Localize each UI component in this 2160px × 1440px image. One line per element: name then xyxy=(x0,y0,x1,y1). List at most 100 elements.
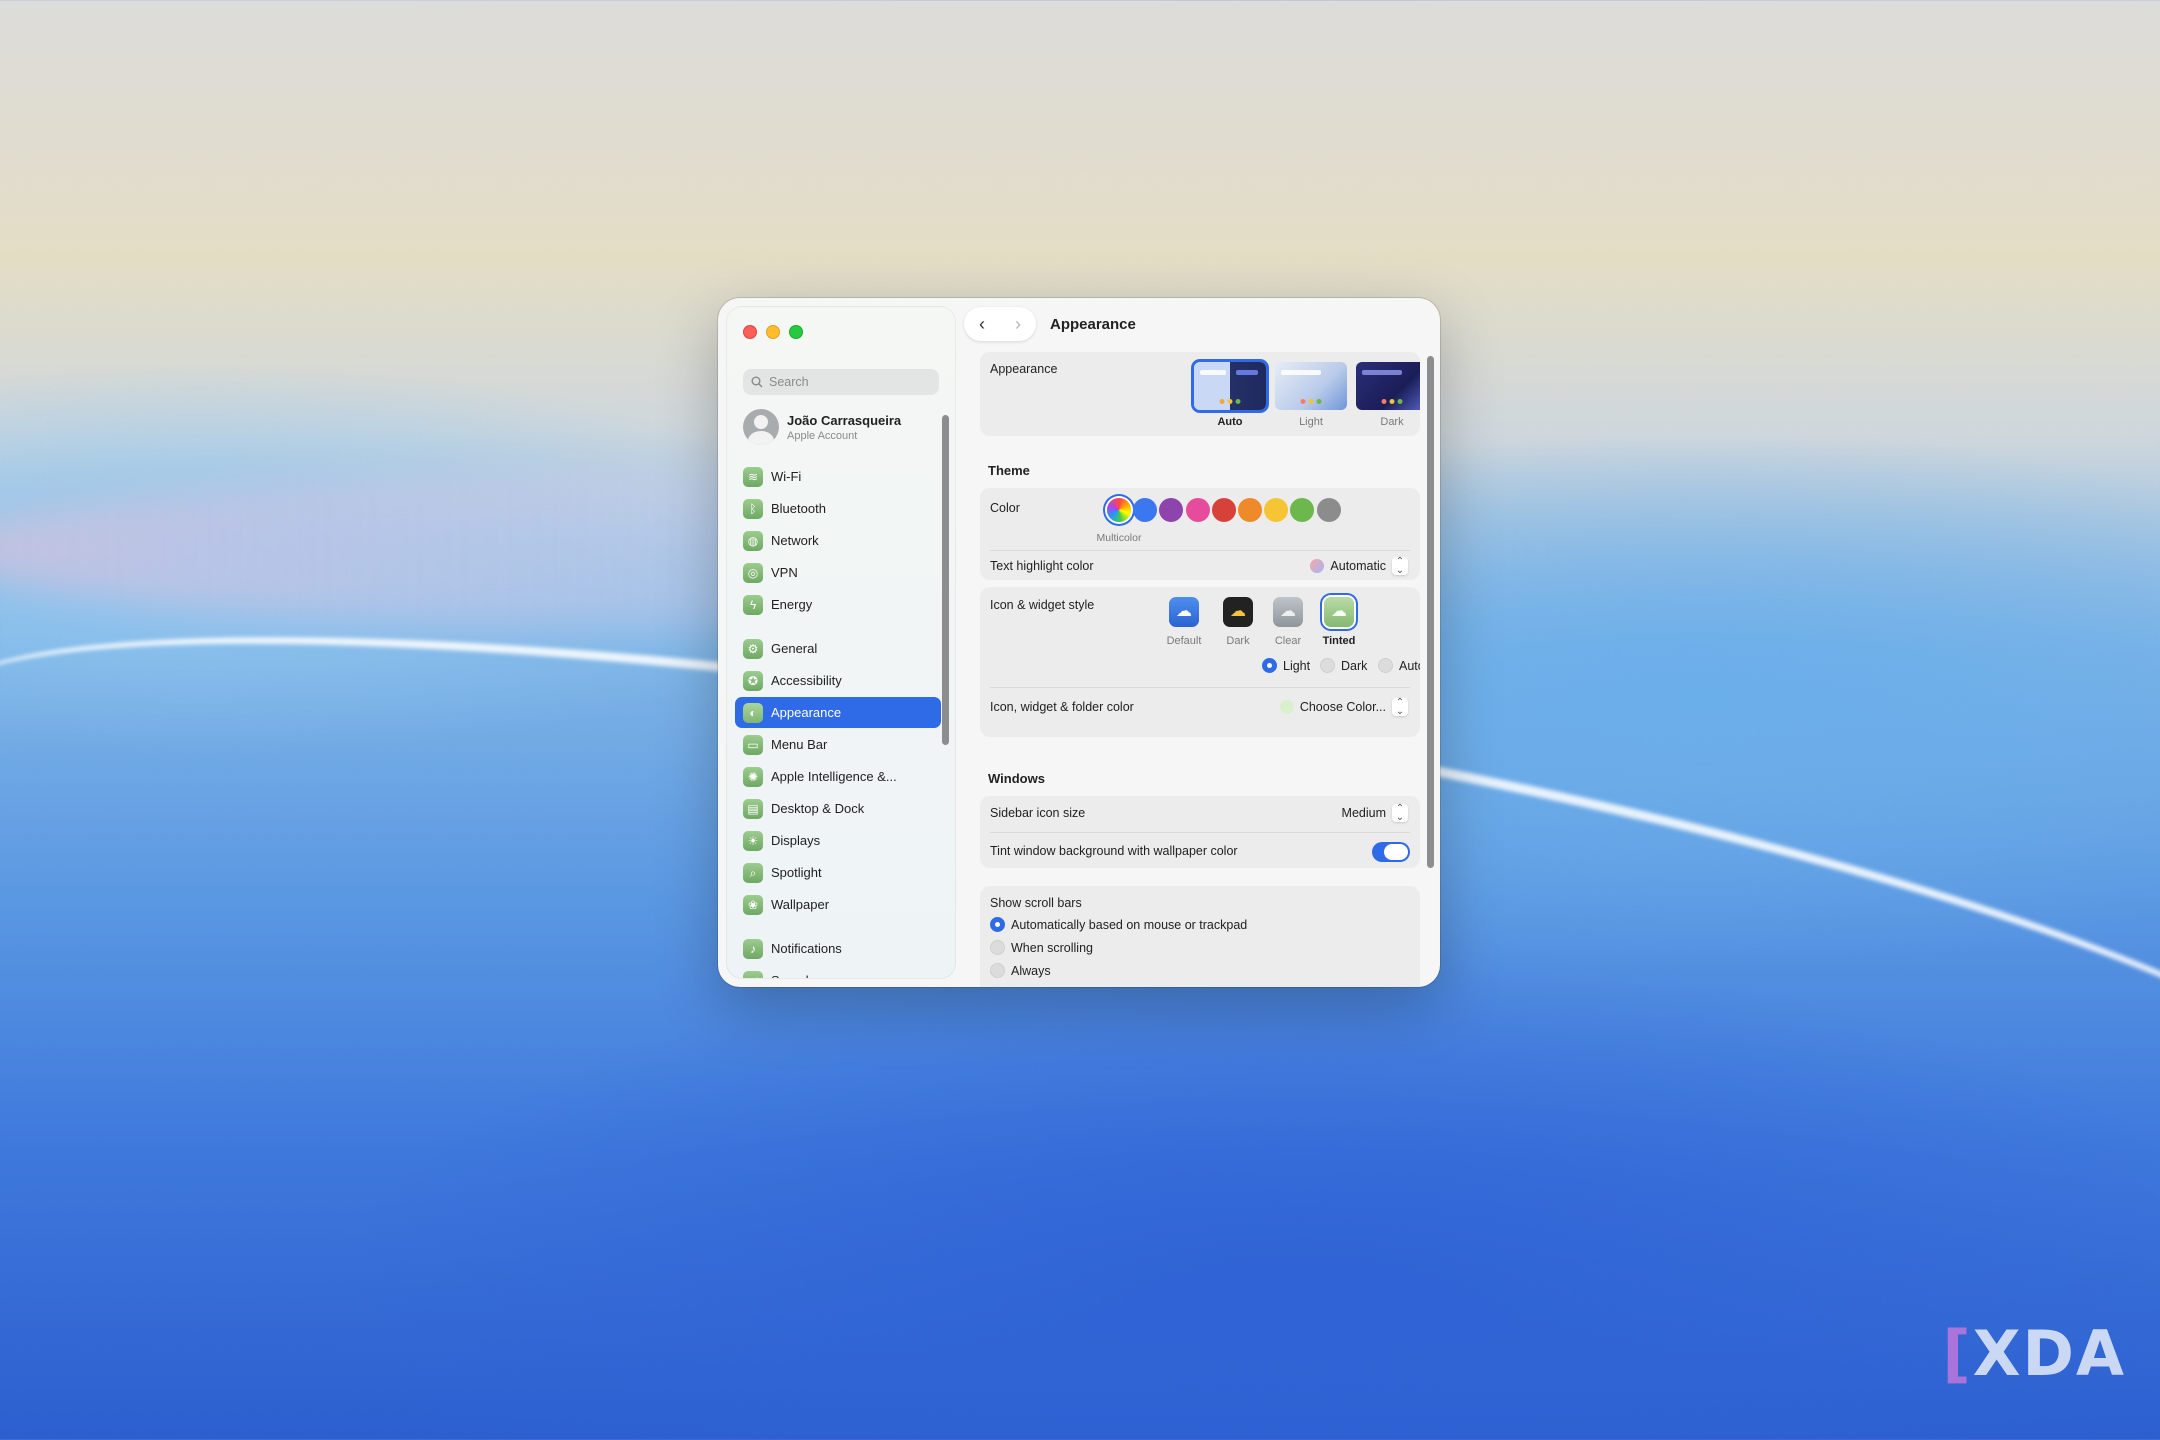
sidebar-item-apple-intelligence[interactable]: ✺ Apple Intelligence &... xyxy=(735,761,941,792)
magnifier-icon: ⌕ xyxy=(743,862,763,883)
weather-default-icon[interactable]: ☁ xyxy=(1169,597,1199,627)
accessibility-icon: ✪ xyxy=(743,670,763,691)
dock-icon: ▤ xyxy=(743,798,763,819)
color-swatch[interactable] xyxy=(1211,498,1236,522)
scroll-when-scrolling-label: When scrolling xyxy=(1011,940,1093,955)
sidebar-scrollbar[interactable] xyxy=(942,415,949,745)
icon-style-label: Icon & widget style xyxy=(990,598,1095,612)
sidebar-item-label: Bluetooth xyxy=(771,501,826,516)
appearance-dark-option[interactable] xyxy=(1356,362,1420,410)
folder-color-value: Choose Color... xyxy=(1299,700,1386,714)
tint-window-toggle[interactable] xyxy=(1372,842,1410,862)
appearance-label: Appearance xyxy=(990,362,1058,376)
close-window-button[interactable] xyxy=(743,325,757,339)
sidebar-item-wallpaper[interactable]: ❀ Wallpaper xyxy=(735,889,941,920)
color-swatch-multicolor[interactable] xyxy=(1107,498,1131,522)
sidebar-item-label: Accessibility xyxy=(771,673,842,688)
nav-group-gap xyxy=(735,921,941,933)
apple-account-item[interactable]: João Carrasqueira Apple Account xyxy=(743,409,901,445)
scroll-when-scrolling-radio[interactable]: When scrolling xyxy=(990,940,1093,955)
account-subtitle: Apple Account xyxy=(787,429,858,442)
scroll-always-radio[interactable]: Always xyxy=(990,963,1051,978)
chevron-updown-icon: ⌃ ⌄ xyxy=(1392,557,1408,576)
sidebar-item-spotlight[interactable]: ⌕ Spotlight xyxy=(735,857,941,888)
weather-tinted-icon[interactable]: ☁ xyxy=(1324,597,1354,627)
wifi-icon: ≋ xyxy=(743,466,763,487)
sidebar-item-energy[interactable]: ϟ Energy xyxy=(735,589,941,620)
account-name: João Carrasqueira xyxy=(787,412,902,428)
scroll-auto-radio[interactable]: Automatically based on mouse or trackpad xyxy=(990,917,1247,932)
highlight-color-dot xyxy=(1310,559,1325,573)
sidebar-item-accessibility[interactable]: ✪ Accessibility xyxy=(735,665,941,696)
color-swatch[interactable] xyxy=(1264,498,1289,522)
color-swatch[interactable] xyxy=(1159,498,1184,522)
sidebar-item-appearance[interactable]: ◐ Appearance xyxy=(735,697,941,728)
sidebar-item-label: Sound xyxy=(771,973,809,978)
minimize-window-button[interactable] xyxy=(766,325,780,339)
color-swatch[interactable] xyxy=(1316,498,1341,522)
style-tinted-label: Tinted xyxy=(1322,635,1356,647)
xda-watermark: [XDA xyxy=(1942,1317,2126,1390)
forward-button[interactable]: › xyxy=(1003,314,1033,335)
sidebar-item-label: Wi-Fi xyxy=(771,469,802,484)
weather-clear-icon[interactable]: ☁ xyxy=(1273,597,1303,627)
back-button[interactable]: ‹ xyxy=(967,314,997,335)
windows-heading: Windows xyxy=(988,771,1045,786)
appearance-auto-label: Auto xyxy=(1217,416,1243,428)
sidebar-item-bluetooth[interactable]: ᛒ Bluetooth xyxy=(735,493,941,524)
icon-style-card: Icon & widget style ☁ ☁ ☁ ☁ Default Dark… xyxy=(980,587,1420,737)
appearance-light-option[interactable] xyxy=(1275,362,1347,410)
sidebar-icon-size-popup[interactable]: Medium ⌃ ⌄ xyxy=(1342,804,1408,823)
system-settings-window: Search João Carrasqueira Apple Account ≋… xyxy=(718,298,1440,987)
sidebar-item-desktop-dock[interactable]: ▤ Desktop & Dock xyxy=(735,793,941,824)
scroll-bars-card: Show scroll bars Automatically based on … xyxy=(980,886,1420,987)
sidebar-item-vpn[interactable]: ◎ VPN xyxy=(735,557,941,588)
chevron-updown-icon: ⌃ ⌄ xyxy=(1392,698,1408,717)
mode-dark-radio[interactable]: Dark xyxy=(1320,658,1367,673)
row-separator xyxy=(990,687,1410,688)
bluetooth-icon: ᛒ xyxy=(743,498,763,519)
folder-color-popup[interactable]: Choose Color... ⌃ ⌄ xyxy=(1279,698,1408,717)
mode-dark-label: Dark xyxy=(1341,658,1368,673)
appearance-auto-option[interactable] xyxy=(1194,362,1266,410)
radio-indicator xyxy=(1262,658,1277,673)
radio-indicator xyxy=(1320,658,1335,673)
sidebar-item-general[interactable]: ⚙ General xyxy=(735,633,941,664)
bolt-icon: ϟ xyxy=(743,594,763,615)
theme-heading: Theme xyxy=(988,463,1030,478)
sidebar-nav: ≋ Wi-Fi ᛒ Bluetooth ◍ Network ◎ VPN ϟ Energy ⚙ Gene… xyxy=(735,461,941,978)
weather-dark-icon[interactable]: ☁ xyxy=(1223,597,1253,627)
mode-light-radio[interactable]: Light xyxy=(1262,658,1310,673)
highlight-color-value: Automatic xyxy=(1330,559,1386,573)
radio-indicator xyxy=(1378,658,1393,673)
mode-auto-label: Auto xyxy=(1399,658,1420,673)
sidebar-item-label: VPN xyxy=(771,565,798,580)
highlight-color-label: Text highlight color xyxy=(990,559,1094,573)
sidebar-item-network[interactable]: ◍ Network xyxy=(735,525,941,556)
row-separator xyxy=(990,832,1410,833)
style-clear-label: Clear xyxy=(1274,635,1302,647)
scroll-auto-label: Automatically based on mouse or trackpad xyxy=(1011,917,1248,932)
color-swatch[interactable] xyxy=(1238,498,1262,522)
menubar-icon: ▭ xyxy=(743,734,763,755)
sidebar-item-wi-fi[interactable]: ≋ Wi-Fi xyxy=(735,461,941,492)
page-title: Appearance xyxy=(1050,315,1136,333)
zoom-window-button[interactable] xyxy=(789,325,803,339)
sidebar-item-menu-bar[interactable]: ▭ Menu Bar xyxy=(735,729,941,760)
traffic-lights xyxy=(743,325,803,339)
row-separator xyxy=(990,550,1410,551)
search-field[interactable]: Search xyxy=(743,369,939,395)
mode-light-label: Light xyxy=(1283,658,1311,673)
sidebar-item-displays[interactable]: ☀ Displays xyxy=(735,825,941,856)
color-swatch[interactable] xyxy=(1133,498,1158,522)
content-scrollbar[interactable] xyxy=(1427,356,1434,868)
color-swatch[interactable] xyxy=(1290,498,1315,522)
sidebar-item-label: Energy xyxy=(771,597,813,612)
mode-auto-radio[interactable]: Auto xyxy=(1378,658,1420,673)
sidebar-item-sound[interactable]: ◀ Sound xyxy=(735,965,941,978)
color-swatch[interactable] xyxy=(1185,498,1210,522)
sidebar-item-notifications[interactable]: ♪ Notifications xyxy=(735,933,941,964)
appearance-dark-label: Dark xyxy=(1380,416,1404,428)
settings-content: Appearance Auto Light Dark Theme Color M… xyxy=(964,350,1420,987)
highlight-color-popup[interactable]: Automatic ⌃ ⌄ xyxy=(1310,557,1408,576)
